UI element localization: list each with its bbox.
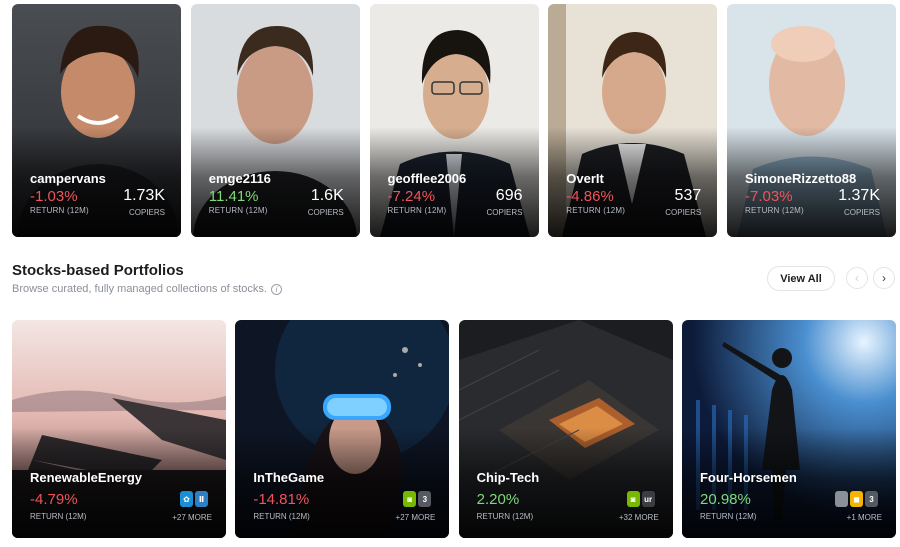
holding-logos: ◼ 3 [834,491,878,507]
more-holdings-count: +32 MORE [618,513,659,522]
trader-card-geofflee2006[interactable]: geofflee2006 -7.24% RETURN (12M) 696 COP… [369,4,539,237]
return-label: RETURN (12M) [30,206,89,215]
holding-logo-icon: ◼ [849,491,863,507]
copiers-label: COPIERS [486,208,523,217]
portfolio-name: InTheGame [253,470,325,485]
return-label: RETURN (12M) [387,206,447,215]
holding-logo-icon: ur [641,491,655,507]
trader-copiers: 1.37K [838,187,880,204]
view-all-button[interactable]: View All [767,266,835,291]
info-icon[interactable]: i [270,283,282,295]
trader-return: 11.41% [208,188,259,205]
trader-username: campervans [30,171,106,186]
copiers-label: COPIERS [128,208,165,217]
trader-copiers: 537 [674,187,702,204]
portfolio-card-renewableenergy[interactable]: RenewableEnergy -4.79% RETURN (12M) ✿ Ⅱ … [12,320,226,538]
trader-card-overit[interactable]: OverIt -4.86% RETURN (12M) 537 COPIERS [548,4,718,237]
trader-return: -4.86% [566,188,614,205]
return-label: RETURN (12M) [208,206,268,215]
trader-username: geofflee2006 [387,171,467,186]
trader-card-simonerizzetto88[interactable]: SimoneRizzetto88 -7.03% RETURN (12M) 1.3… [727,4,896,237]
holding-logos: ◙ 3 [403,491,432,507]
portfolio-card-chip-tech[interactable]: Chip-Tech 2.20% RETURN (12M) ◙ ur +32 MO… [458,320,673,538]
holding-logos: ◙ ur [626,491,655,507]
trader-card-emge2116[interactable]: emge2116 11.41% RETURN (12M) 1.6K COPIER… [190,4,360,237]
trader-copiers: 1.73K [123,187,165,204]
chevron-right-icon[interactable]: › [873,267,895,289]
return-label: RETURN (12M) [30,512,87,521]
section-title: Stocks-based Portfolios [12,262,184,279]
portfolios-row: RenewableEnergy -4.79% RETURN (12M) ✿ Ⅱ … [12,320,896,538]
holding-logo-icon: 3 [864,491,878,507]
holding-logo-icon: 3 [418,491,432,507]
popular-investors-row: campervans -1.03% RETURN (12M) 1.73K COP… [12,4,896,237]
copiers-label: COPIERS [843,208,880,217]
return-label: RETURN (12M) [253,512,310,521]
trader-username: SimoneRizzetto88 [745,171,857,186]
portfolio-card-four-horsemen[interactable]: Four-Horsemen 20.98% RETURN (12M) ◼ 3 +1… [681,320,896,538]
trader-card-campervans[interactable]: campervans -1.03% RETURN (12M) 1.73K COP… [12,4,181,237]
copiers-label: COPIERS [665,208,702,217]
portfolio-card-inthegame[interactable]: InTheGame -14.81% RETURN (12M) ◙ 3 +27 M… [235,320,450,538]
portfolio-name: Chip-Tech [476,470,540,485]
trader-copiers: 1.6K [310,187,344,204]
trader-copiers: 696 [495,187,523,204]
apple-logo-icon [834,491,848,507]
copiers-label: COPIERS [307,208,344,217]
trader-username: OverIt [566,171,604,186]
chevron-left-icon[interactable]: ‹ [846,267,868,289]
holding-logos: ✿ Ⅱ [180,491,208,507]
trader-return: -1.03% [30,188,78,205]
portfolio-return: -4.79% [30,491,78,508]
portfolio-return: 2.20% [476,491,520,508]
portfolio-return: -14.81% [253,491,310,508]
holding-logo-icon: ◙ [403,491,417,507]
trader-username: emge2116 [208,171,271,186]
portfolio-return: 20.98% [699,491,751,508]
return-label: RETURN (12M) [476,512,534,521]
return-label: RETURN (12M) [566,206,626,215]
holding-logo-icon: ✿ [180,491,193,507]
holding-logo-icon: ◙ [626,491,640,507]
holding-logo-icon: Ⅱ [195,491,208,507]
more-holdings-count: +27 MORE [172,513,212,522]
section-subtitle: Browse curated, fully managed collection… [12,283,282,295]
portfolio-name: Four-Horsemen [699,470,797,485]
return-label: RETURN (12M) [699,512,757,521]
more-holdings-count: +27 MORE [395,513,436,522]
portfolio-name: RenewableEnergy [30,470,142,485]
return-label: RETURN (12M) [745,206,804,215]
trader-return: -7.24% [387,188,436,205]
section-subtitle-text: Browse curated, fully managed collection… [12,283,267,295]
trader-return: -7.03% [745,188,793,205]
more-holdings-count: +1 MORE [846,513,882,522]
